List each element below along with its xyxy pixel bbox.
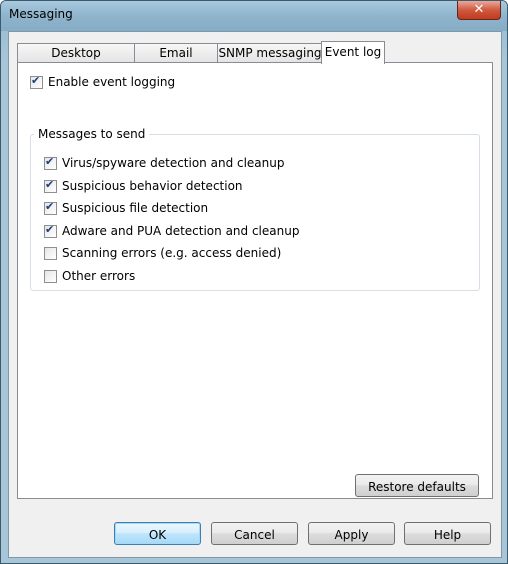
dialog-client-area: Desktop messaging Email alerting SNMP me…	[8, 31, 502, 558]
check-icon: ✔	[45, 177, 55, 191]
help-button[interactable]: Help	[404, 522, 491, 545]
ok-button[interactable]: OK	[114, 522, 201, 545]
tab-event-log[interactable]: Event log	[321, 41, 385, 64]
tab-snmp-messaging[interactable]: SNMP messaging	[217, 43, 323, 63]
checkbox-box[interactable]: ✔	[30, 73, 43, 89]
group-title: Messages to send	[34, 127, 150, 141]
message-option-adware[interactable]: ✔ Adware and PUA detection and cleanup	[44, 223, 299, 239]
title-bar[interactable]: Messaging ✕	[1, 1, 507, 31]
message-option-virus[interactable]: ✔ Virus/spyware detection and cleanup	[44, 155, 285, 171]
messaging-window: Messaging ✕ Desktop messaging Email aler…	[0, 0, 508, 564]
message-option-file[interactable]: ✔ Suspicious file detection	[44, 200, 208, 216]
message-option-other-errors[interactable]: Other errors	[44, 268, 135, 284]
tab-email-alerting[interactable]: Email alerting	[134, 43, 218, 79]
close-button[interactable]: ✕	[457, 1, 501, 20]
window-title: Messaging	[9, 7, 73, 21]
apply-button[interactable]: Apply	[308, 522, 395, 545]
restore-defaults-button[interactable]: Restore defaults	[355, 474, 479, 497]
message-option-behavior[interactable]: ✔ Suspicious behavior detection	[44, 178, 243, 194]
event-log-panel: ✔ Enable event logging Messages to send …	[17, 62, 493, 499]
message-option-scanning-errors[interactable]: Scanning errors (e.g. access denied)	[44, 245, 281, 261]
tab-desktop-messaging[interactable]: Desktop messaging	[17, 43, 135, 79]
check-icon: ✔	[31, 73, 41, 87]
cancel-button[interactable]: Cancel	[211, 522, 298, 545]
close-icon: ✕	[473, 2, 485, 17]
check-icon: ✔	[45, 222, 55, 236]
enable-event-logging-checkbox[interactable]: ✔ Enable event logging	[30, 74, 175, 90]
check-icon: ✔	[45, 154, 55, 168]
check-icon: ✔	[45, 199, 55, 213]
